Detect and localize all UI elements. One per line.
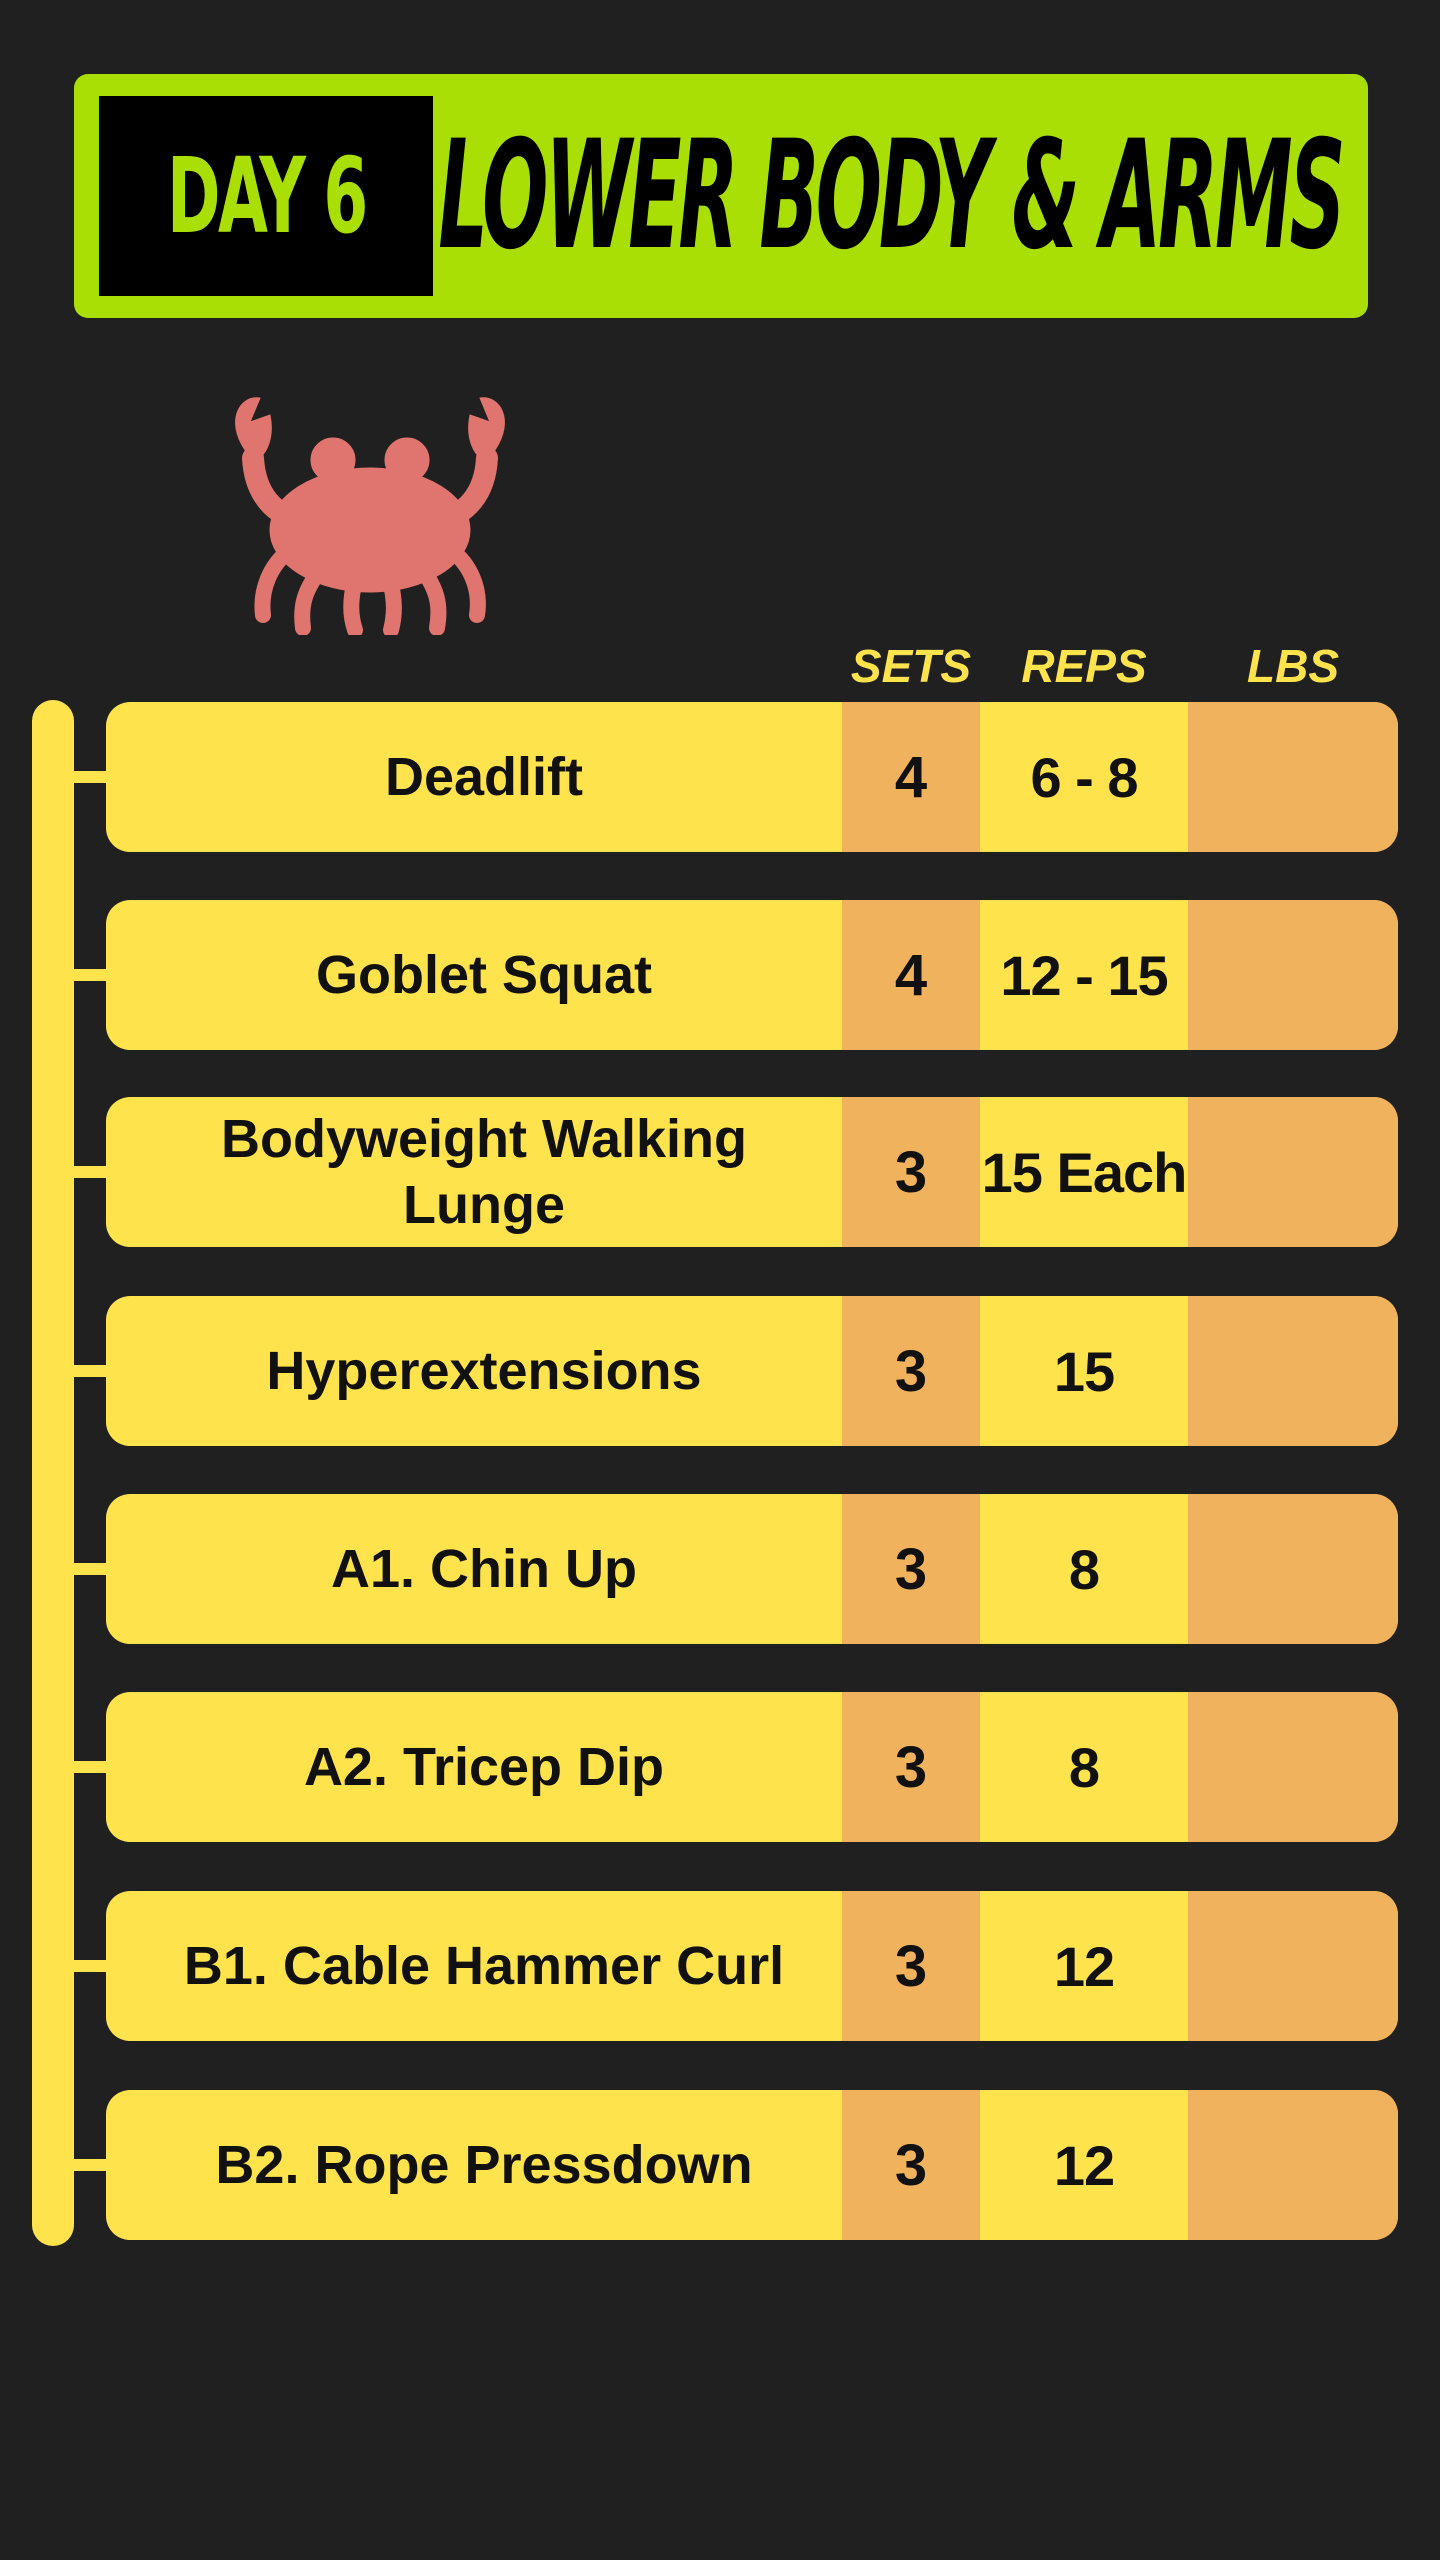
reps-cell: 8 [1068, 1735, 1100, 1799]
exercise-row: B1. Cable Hammer Curl 3 12 [70, 1891, 1398, 2041]
workout-title-wrap: LOWER BODY & ARMS [437, 74, 1345, 318]
lbs-cell [1188, 1097, 1398, 1247]
exercise-name: Goblet Squat [316, 945, 652, 1005]
reps-cell: 12 [1053, 1934, 1115, 1998]
timeline-rail [32, 700, 74, 2246]
lbs-cell [1188, 702, 1398, 852]
sets-cell: 3 [842, 1494, 980, 1644]
crab-icon [235, 397, 505, 635]
column-header-reps: REPS [1021, 640, 1147, 692]
sets-cell: 4 [842, 900, 980, 1050]
reps-cell: 12 [1053, 2133, 1115, 2197]
exercise-row: Goblet Squat 4 12 - 15 [70, 900, 1398, 1050]
sets-cell: 3 [842, 1296, 980, 1446]
sets-cell: 3 [842, 2090, 980, 2240]
sets-cell: 3 [842, 1891, 980, 2041]
lbs-cell [1188, 900, 1398, 1050]
exercise-row: Deadlift 4 6 - 8 [70, 702, 1398, 852]
column-header-sets: SETS [850, 640, 972, 692]
exercise-row: A2. Tricep Dip 3 8 [70, 1692, 1398, 1842]
reps-cell: 6 - 8 [1030, 745, 1138, 809]
exercise-row: Hyperextensions 3 15 [70, 1296, 1398, 1446]
reps-cell: 12 - 15 [1000, 943, 1168, 1007]
exercise-name: B2. Rope Pressdown [215, 2135, 753, 2195]
exercise-row: B2. Rope Pressdown 3 12 [70, 2090, 1398, 2240]
exercise-row: Bodyweight Walking Lunge 3 15 Each [70, 1097, 1398, 1247]
lbs-cell [1188, 1296, 1398, 1446]
lbs-cell [1188, 1891, 1398, 2041]
sets-cell: 3 [842, 1692, 980, 1842]
exercise-name: Hyperextensions [266, 1341, 702, 1401]
reps-cell: 15 [1053, 1339, 1115, 1403]
exercise-name: A2. Tricep Dip [303, 1737, 665, 1797]
workout-title: LOWER BODY & ARMS [437, 109, 1345, 283]
header-banner: DAY 6 LOWER BODY & ARMS [74, 74, 1368, 318]
exercise-row: A1. Chin Up 3 8 [70, 1494, 1398, 1644]
lbs-cell [1188, 1692, 1398, 1842]
reps-cell: 15 Each [981, 1140, 1188, 1204]
day-badge: DAY 6 [99, 96, 433, 296]
day-label: DAY 6 [166, 135, 368, 257]
exercise-name: Deadlift [384, 747, 584, 807]
column-header-lbs: LBS [1247, 640, 1339, 692]
sets-cell: 4 [842, 702, 980, 852]
exercise-name: A1. Chin Up [331, 1539, 637, 1599]
lbs-cell [1188, 1494, 1398, 1644]
exercise-name: B1. Cable Hammer Curl [183, 1936, 785, 1996]
exercise-name: Bodyweight Walking Lunge [221, 1109, 747, 1235]
lbs-cell [1188, 2090, 1398, 2240]
sets-cell: 3 [842, 1097, 980, 1247]
reps-cell: 8 [1068, 1537, 1100, 1601]
